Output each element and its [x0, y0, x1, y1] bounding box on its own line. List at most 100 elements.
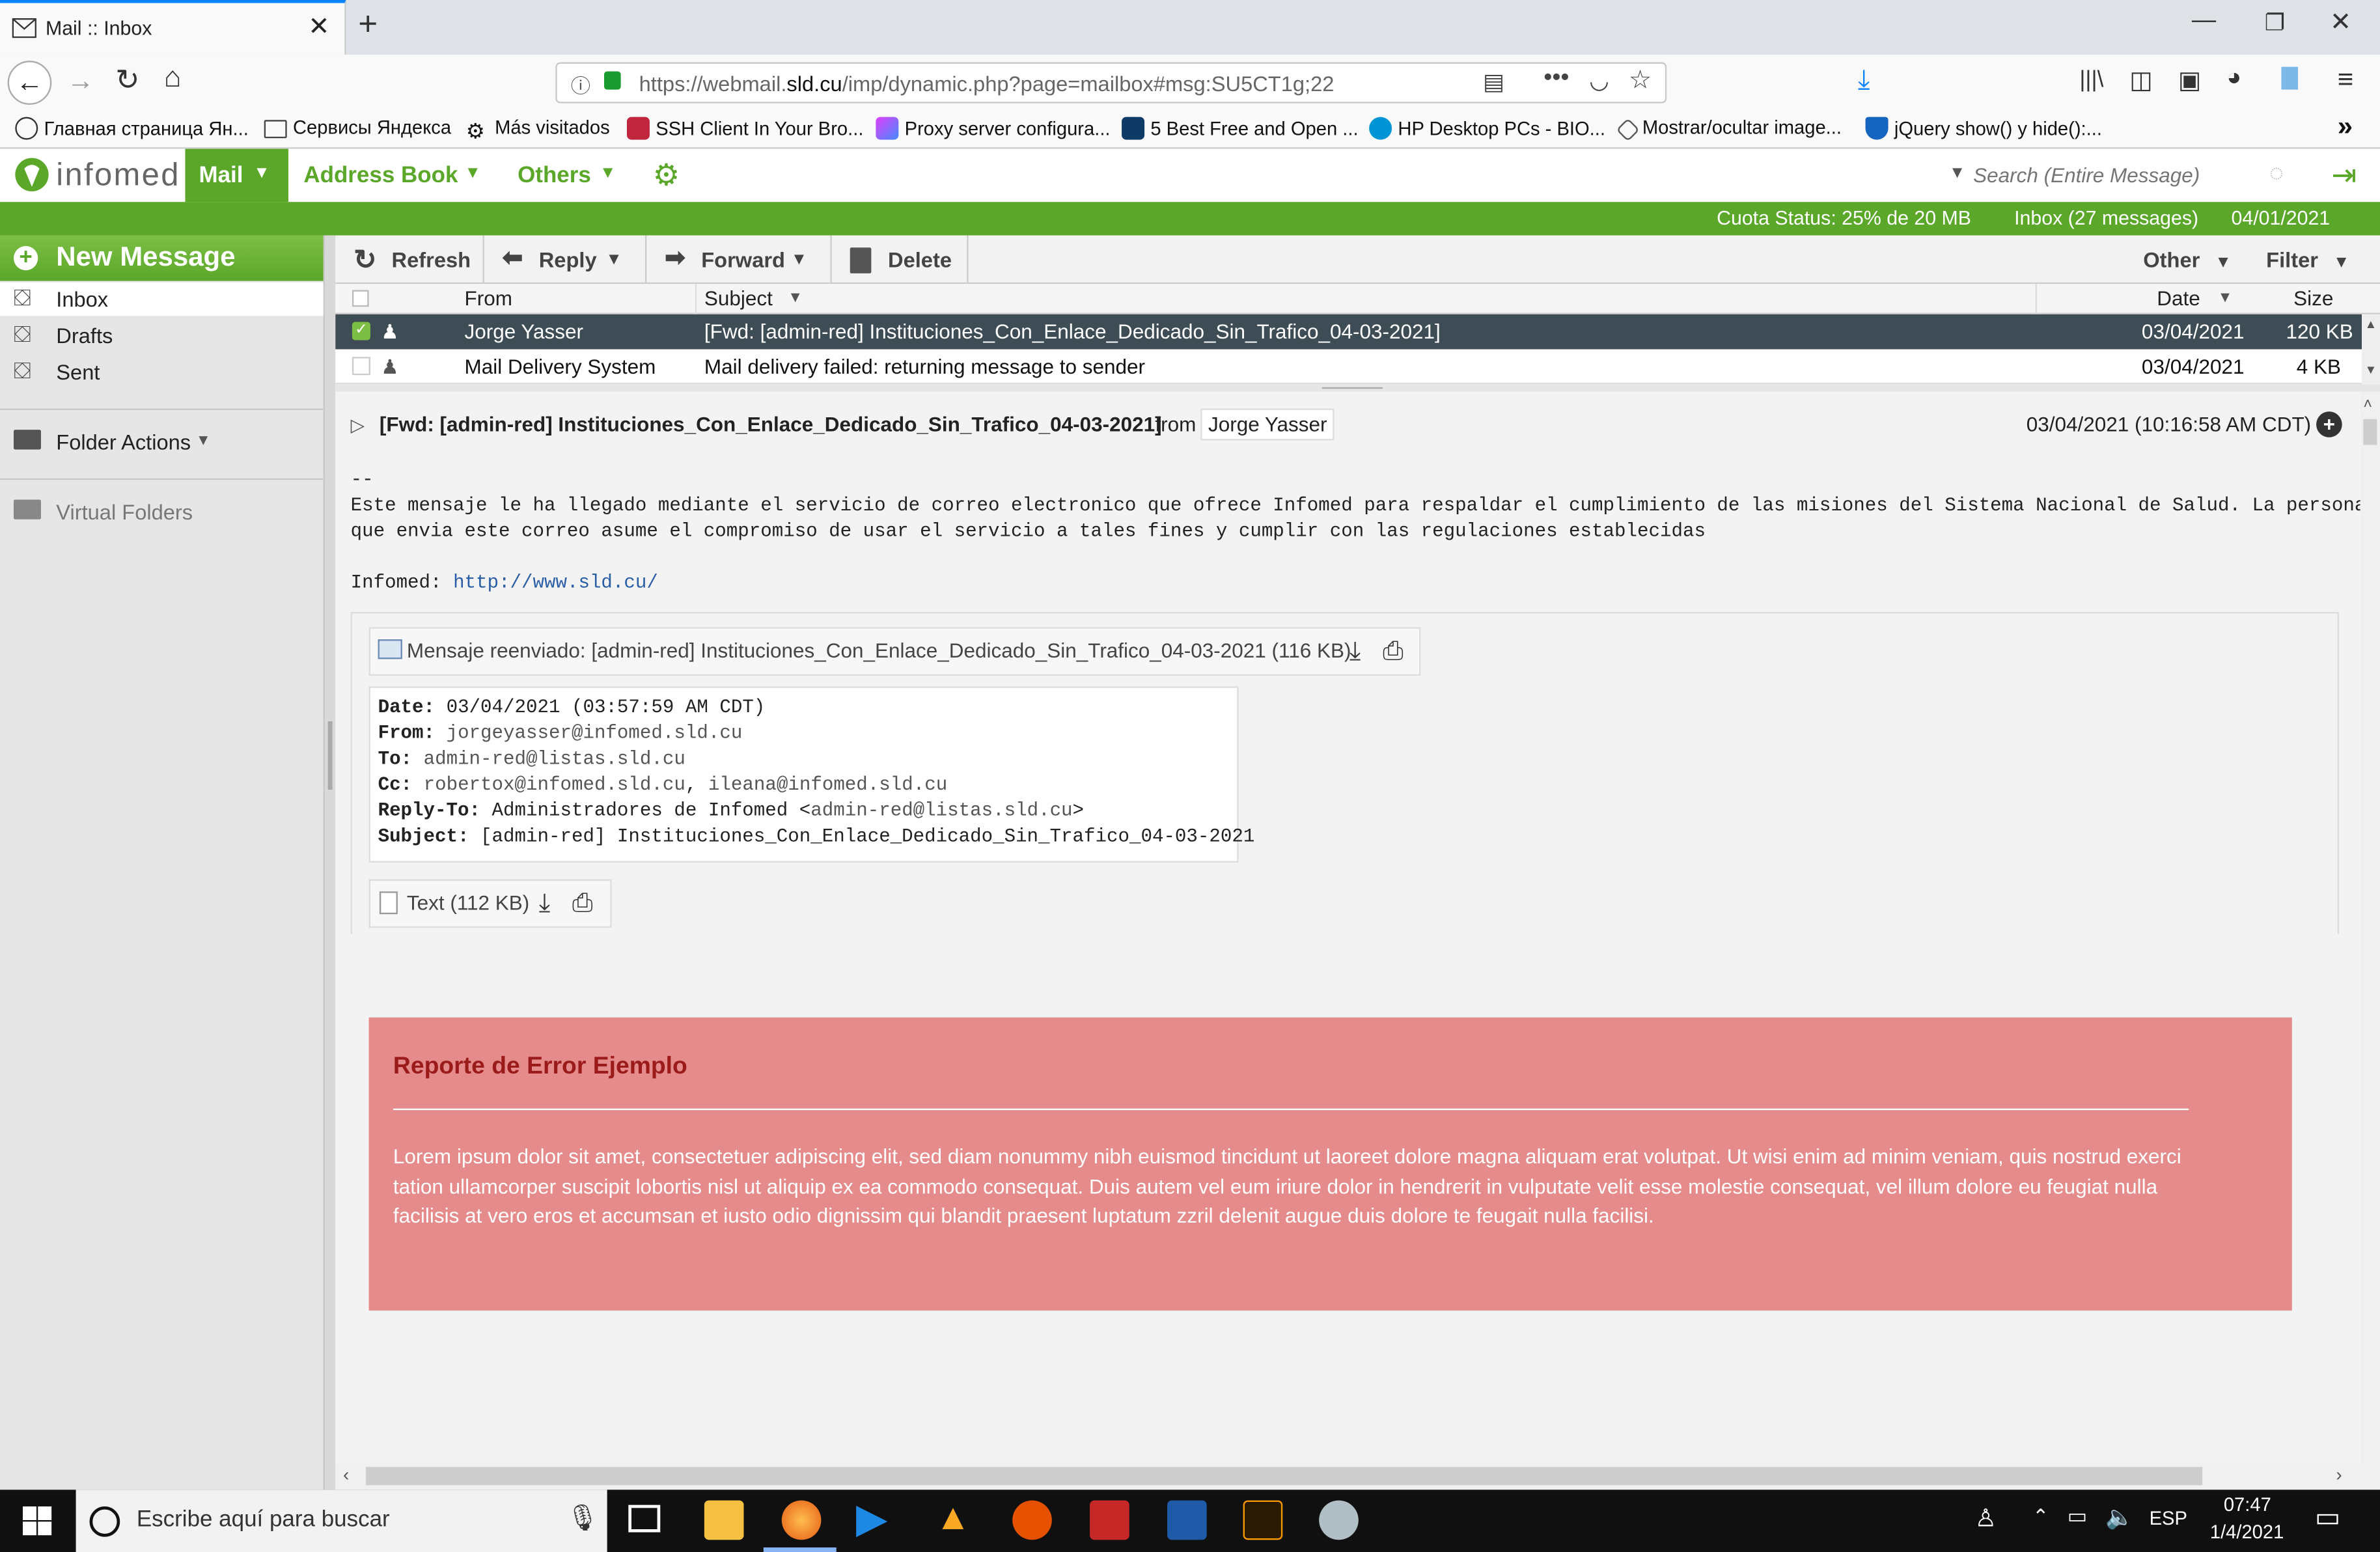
reader-view-icon[interactable]: ▤: [1483, 68, 1504, 96]
download-attachment-icon[interactable]: ⤓: [1349, 636, 1361, 667]
search-options-chevron-icon[interactable]: ▼: [1949, 164, 1965, 182]
sidebar-item-inbox[interactable]: ⛋ Inbox: [0, 282, 324, 316]
home-icon[interactable]: ⌂: [164, 62, 182, 96]
pocket-icon[interactable]: ◡: [1589, 67, 1609, 94]
people-icon[interactable]: ♙: [1974, 1503, 1996, 1534]
forward-button[interactable]: ➡ Forward ▼: [646, 235, 832, 284]
checkbox-checked[interactable]: ✓: [352, 322, 370, 340]
browser-tab[interactable]: Mail :: Inbox ✕: [0, 0, 346, 55]
email-link[interactable]: jorgeyasser@infomed.sld.cu: [447, 723, 743, 744]
chevron-up-icon[interactable]: ⌃: [2032, 1505, 2049, 1529]
bookmark-item[interactable]: ⚙ Más visitados: [466, 117, 610, 143]
acrobat-icon[interactable]: [1090, 1500, 1129, 1540]
file-explorer-icon[interactable]: [704, 1500, 744, 1540]
library-icon[interactable]: |||\: [2079, 67, 2103, 93]
new-message-button[interactable]: + New Message: [0, 235, 324, 281]
download-icon[interactable]: ⤓: [1858, 64, 1870, 96]
extension-2-icon[interactable]: ◕: [2227, 65, 2242, 92]
bookmark-item[interactable]: Главная страница Ян...: [15, 117, 249, 140]
message-row[interactable]: ♟ Mail Delivery System Mail delivery fai…: [335, 349, 2362, 385]
sidebar-splitter[interactable]: [324, 235, 336, 1490]
media-player-icon[interactable]: ▶: [856, 1496, 887, 1543]
forwarded-attachment[interactable]: Mensaje reenviado: [admin-red] Instituci…: [368, 627, 1421, 676]
page-actions-icon[interactable]: •••: [1543, 65, 1569, 92]
firefox-icon[interactable]: [781, 1500, 822, 1540]
virtual-folders[interactable]: Virtual Folders: [0, 495, 324, 528]
minimize-icon[interactable]: —: [2192, 8, 2216, 35]
email-link[interactable]: robertox@infomed.sld.cu: [424, 775, 685, 796]
print-icon[interactable]: ⎙: [572, 889, 593, 919]
sender-name[interactable]: Jorge Yasser: [1200, 408, 1335, 441]
search-input[interactable]: [1973, 158, 2262, 191]
taskbar-search[interactable]: Escribe aquí para buscar 🎙: [76, 1490, 607, 1552]
language-indicator[interactable]: ESP: [2150, 1508, 2187, 1529]
sidebar-toggle-icon[interactable]: ◫: [2129, 65, 2152, 96]
sidebar-item-sent[interactable]: ⛋ Sent: [0, 355, 324, 389]
volume-icon[interactable]: 🔈: [2105, 1503, 2134, 1531]
extension-3-icon[interactable]: [2281, 66, 2299, 90]
app-eye-icon[interactable]: [1012, 1500, 1052, 1540]
list-scrollbar[interactable]: ▲ ▼: [2362, 314, 2380, 385]
delete-button[interactable]: Delete: [832, 235, 969, 284]
column-subject[interactable]: Subject: [704, 287, 773, 310]
column-size[interactable]: Size: [2293, 287, 2333, 310]
illustrator-icon[interactable]: [1243, 1500, 1283, 1540]
infomed-link[interactable]: http://www.sld.cu/: [453, 572, 658, 594]
email-link[interactable]: ileana@infomed.sld.cu: [708, 775, 947, 796]
back-icon[interactable]: ←: [7, 61, 52, 105]
preview-splitter[interactable]: [335, 384, 2380, 392]
scrollbar-thumb[interactable]: [2363, 419, 2377, 445]
microphone-icon[interactable]: 🎙: [566, 1503, 599, 1534]
url-bar[interactable]: ⓘ https://webmail.sld.cu/imp/dynamic.php…: [555, 62, 1667, 104]
clock-date[interactable]: 1/4/2021: [2210, 1521, 2284, 1543]
notifications-icon[interactable]: ▭: [2315, 1502, 2341, 1534]
text-attachment[interactable]: Text (112 KB) ⤓ ⎙: [368, 879, 612, 928]
scrollbar-thumb[interactable]: [365, 1467, 2203, 1486]
bookmark-item[interactable]: Mostrar/ocultar image...: [1616, 117, 1842, 142]
download-attachment-icon[interactable]: ⤓: [539, 889, 551, 919]
reply-button[interactable]: ⬅ Reply ▼: [484, 235, 647, 284]
print-icon[interactable]: ⎙: [1383, 636, 1404, 667]
checkbox[interactable]: [352, 357, 370, 376]
info-icon[interactable]: ⓘ: [571, 70, 590, 98]
extension-icon[interactable]: ▣: [2178, 65, 2201, 96]
bookmark-item[interactable]: SSH Client In Your Bro...: [626, 117, 863, 140]
windows-start-icon[interactable]: [22, 1506, 52, 1536]
bookmark-item[interactable]: Сервисы Яндекса: [264, 117, 451, 139]
bookmark-item[interactable]: HP Desktop PCs - BIO...: [1369, 117, 1605, 140]
restore-icon[interactable]: ❐: [2265, 9, 2285, 36]
logout-icon[interactable]: ⇥: [2331, 156, 2357, 194]
clock-time[interactable]: 07:47: [2224, 1494, 2271, 1516]
close-tab-icon[interactable]: ✕: [308, 12, 329, 43]
more-bookmarks-icon[interactable]: »: [2338, 111, 2353, 143]
new-tab-icon[interactable]: +: [358, 5, 378, 44]
task-view-icon[interactable]: [628, 1504, 661, 1532]
filter-menu-button[interactable]: Filter ▼: [2251, 236, 2365, 284]
horizontal-scrollbar[interactable]: ‹ ›: [335, 1462, 2360, 1490]
message-actions-icon[interactable]: +: [2316, 411, 2342, 437]
paint-icon[interactable]: [1319, 1500, 1359, 1540]
reload-icon[interactable]: ↻: [115, 64, 139, 99]
menu-mail[interactable]: Mail ▼: [185, 148, 289, 202]
bookmark-item[interactable]: jQuery show() y hide():...: [1865, 117, 2102, 140]
network-icon[interactable]: ▭: [2068, 1503, 2088, 1529]
word-icon[interactable]: [1167, 1500, 1207, 1540]
email-link[interactable]: admin-red@listas.sld.cu: [810, 800, 1072, 822]
close-window-icon[interactable]: ✕: [2330, 8, 2351, 38]
other-menu-button[interactable]: Other ▼: [2128, 236, 2247, 284]
refresh-button[interactable]: ↻ Refresh: [335, 235, 484, 284]
hamburger-menu-icon[interactable]: ≡: [2338, 64, 2354, 96]
bookmark-star-icon[interactable]: ☆: [1629, 65, 1652, 96]
bookmark-item[interactable]: 5 Best Free and Open ...: [1122, 117, 1359, 140]
message-row-selected[interactable]: ✓ ♟ Jorge Yasser [Fwd: [admin-red] Insti…: [335, 314, 2362, 350]
column-date[interactable]: Date: [2157, 287, 2200, 310]
email-link[interactable]: admin-red@listas.sld.cu: [424, 749, 685, 770]
vertical-scrollbar[interactable]: ˄: [2360, 391, 2380, 1490]
bookmark-item[interactable]: Proxy server configura...: [876, 117, 1111, 140]
sidebar-item-drafts[interactable]: ⛋ Drafts: [0, 319, 324, 352]
expand-headers-icon[interactable]: ▷: [351, 415, 365, 436]
settings-gear-icon[interactable]: ⚙: [653, 156, 680, 194]
vlc-icon[interactable]: ▲: [935, 1497, 971, 1540]
forward-icon[interactable]: →: [67, 65, 94, 97]
column-from[interactable]: From: [464, 287, 512, 310]
